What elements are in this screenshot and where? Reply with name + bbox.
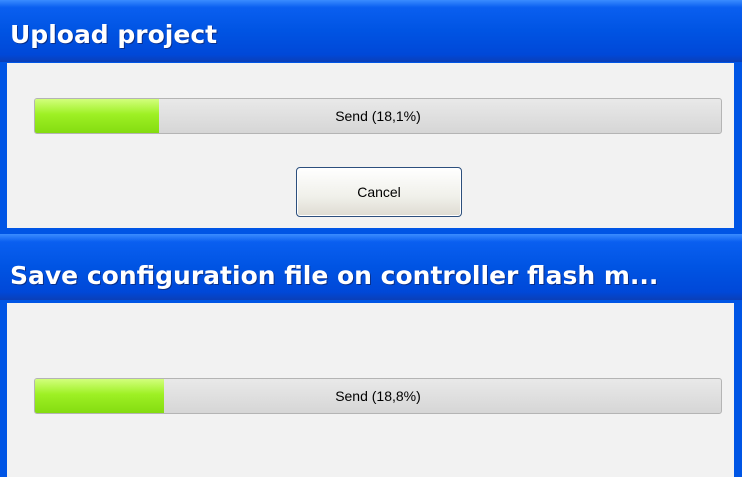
dialog-body: Send (18,1%) Cancel: [7, 63, 734, 228]
dialog-title-bar[interactable]: Save configuration file on controller fl…: [0, 234, 742, 300]
upload-progress-bar: Send (18,1%): [34, 98, 722, 134]
dialog-title: Upload project: [10, 20, 218, 49]
save-progress-bar: Send (18,8%): [34, 378, 722, 414]
upload-project-dialog: Upload project Send (18,1%) Cancel: [0, 0, 742, 240]
dialog-body: Send (18,8%): [7, 303, 734, 477]
dialog-title: Save configuration file on controller fl…: [10, 261, 659, 290]
progress-label: Send (18,8%): [335, 388, 421, 404]
dialog-title-bar[interactable]: Upload project: [0, 0, 742, 62]
cancel-button[interactable]: Cancel: [296, 167, 462, 217]
save-configuration-dialog: Save configuration file on controller fl…: [0, 234, 742, 477]
progress-label: Send (18,1%): [335, 108, 421, 124]
